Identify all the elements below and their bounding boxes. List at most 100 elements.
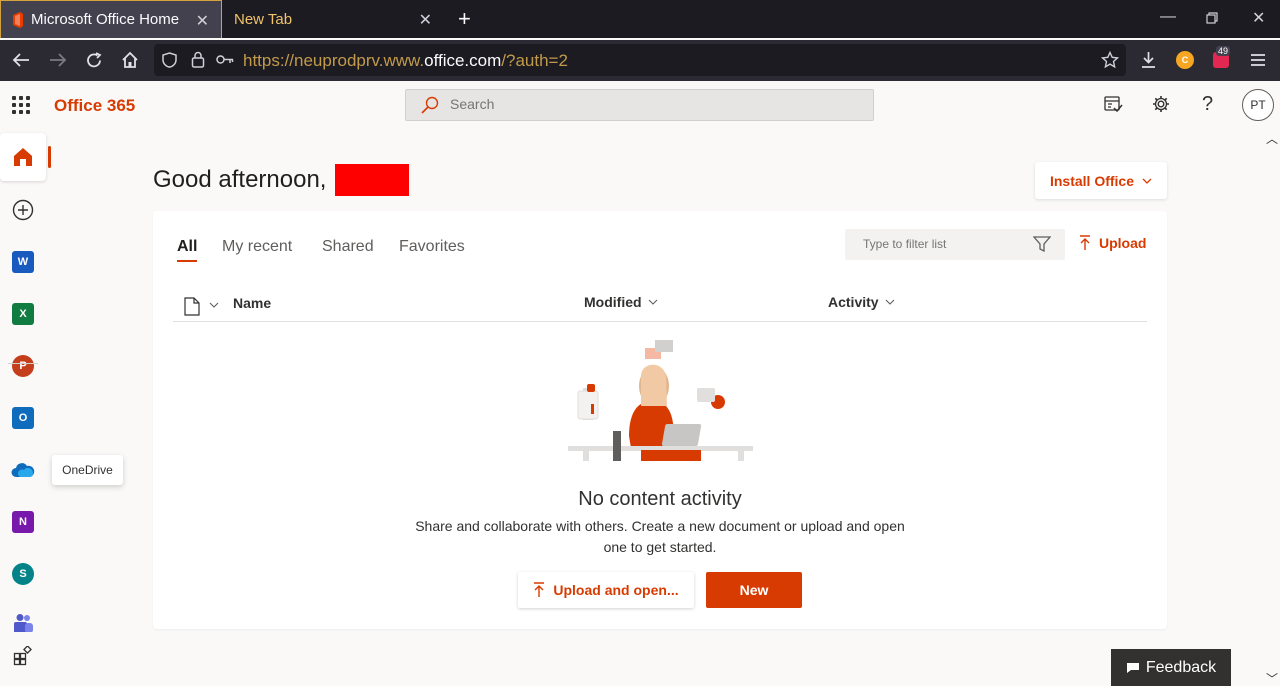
key-icon[interactable] [216, 54, 234, 65]
browser-tab-bar: Microsoft Office Home ✕ New Tab ✕ + — ✕ [0, 0, 1280, 38]
url-domain: office.com [424, 51, 502, 70]
left-app-rail: W X P O N S [0, 129, 48, 686]
onedrive-tooltip: OneDrive [52, 455, 123, 485]
search-input[interactable] [450, 96, 850, 112]
chevron-down-icon[interactable] [209, 302, 219, 308]
minimize-icon[interactable]: — [1160, 8, 1176, 26]
extension-c-icon[interactable]: C [1176, 51, 1194, 69]
url-text[interactable]: https://neuprodprv.www.office.com/?auth=… [243, 51, 568, 71]
avatar[interactable]: PT [1242, 89, 1274, 121]
chevron-down-icon [885, 299, 894, 305]
column-modified-label: Modified [584, 294, 642, 310]
column-modified[interactable]: Modified [584, 294, 658, 310]
downloads-icon[interactable] [1140, 51, 1157, 69]
tab-title: New Tab [234, 10, 293, 28]
filter-input[interactable] [863, 237, 1023, 251]
tab-new-tab[interactable]: New Tab ✕ [222, 0, 444, 38]
powerpoint-icon: P [12, 355, 34, 377]
tab-my-recent[interactable]: My recent [222, 238, 292, 256]
tab-microsoft-office-home[interactable]: Microsoft Office Home ✕ [0, 0, 222, 38]
redacted-username [335, 164, 409, 196]
chevron-down-icon [1142, 178, 1152, 184]
close-window-icon[interactable]: ✕ [1252, 8, 1265, 28]
search-box[interactable] [405, 89, 874, 121]
feedback-chat-icon [1126, 662, 1139, 673]
upload-label: Upload [1099, 235, 1147, 251]
upload-arrow-icon [1080, 235, 1090, 250]
rail-powerpoint[interactable]: P [0, 342, 46, 390]
hamburger-menu-icon[interactable] [1250, 53, 1266, 67]
feedback-label: Feedback [1145, 658, 1217, 676]
restore-icon[interactable] [1206, 12, 1218, 24]
install-office-button[interactable]: Install Office [1035, 162, 1167, 199]
address-bar[interactable]: https://neuprodprv.www.office.com/?auth=… [154, 44, 1126, 76]
rail-word[interactable]: W [0, 238, 46, 286]
new-tab-plus-icon[interactable]: + [458, 6, 471, 32]
scroll-down-arrow-icon[interactable]: ﹀ [1266, 670, 1278, 686]
filter-box[interactable] [845, 229, 1065, 260]
upload-and-open-button[interactable]: Upload and open... [518, 572, 694, 608]
my-day-icon[interactable] [1103, 95, 1123, 115]
rail-all-apps[interactable] [0, 632, 46, 680]
header-divider [173, 321, 1147, 322]
rail-onenote[interactable]: N [0, 498, 46, 546]
close-tab-icon[interactable]: ✕ [419, 10, 432, 30]
url-suffix: /?auth=2 [501, 51, 568, 70]
back-arrow-icon[interactable] [12, 52, 30, 68]
app-launcher-waffle-icon[interactable] [12, 96, 30, 114]
empty-state-description: Share and collaborate with others. Creat… [415, 518, 905, 555]
column-name-label: Name [233, 295, 272, 311]
brand-title[interactable]: Office 365 [54, 96, 135, 116]
rail-excel[interactable]: X [0, 290, 46, 338]
tab-title: Microsoft Office Home [31, 11, 180, 28]
scroll-up-arrow-icon[interactable]: ︿ [1266, 130, 1278, 147]
forward-arrow-icon[interactable] [49, 52, 67, 68]
tab-all[interactable]: All [177, 238, 197, 256]
column-activity-label: Activity [828, 294, 879, 310]
browser-nav-bar: https://neuprodprv.www.office.com/?auth=… [0, 40, 1280, 81]
tab-shared[interactable]: Shared [322, 238, 374, 256]
rail-divider [8, 363, 38, 364]
close-tab-icon[interactable]: ✕ [196, 11, 209, 31]
rail-home[interactable] [0, 133, 46, 181]
new-button[interactable]: New [706, 572, 802, 608]
install-office-label: Install Office [1049, 172, 1135, 189]
rail-teams[interactable] [0, 602, 46, 632]
rail-outlook[interactable]: O [0, 394, 46, 442]
lock-icon[interactable] [191, 51, 205, 68]
greeting-text: Good afternoon, [153, 166, 327, 193]
outlook-icon: O [12, 407, 34, 429]
documents-card: All My recent Shared Favorites Upload Na… [153, 211, 1167, 629]
office-header: Office 365 ? PT [0, 81, 1280, 129]
rail-sharepoint[interactable]: S [0, 550, 46, 598]
teams-icon [14, 614, 33, 632]
feedback-button[interactable]: Feedback [1111, 649, 1231, 686]
upload-and-open-label: Upload and open... [553, 582, 679, 598]
shield-icon[interactable] [162, 52, 177, 68]
column-name[interactable]: Name [233, 295, 271, 311]
filter-funnel-icon[interactable] [1033, 236, 1051, 252]
search-icon [421, 96, 439, 114]
column-activity[interactable]: Activity [828, 294, 895, 310]
home-icon [14, 148, 32, 166]
add-circle-icon [12, 199, 34, 221]
rail-create[interactable] [0, 186, 46, 234]
help-question-icon[interactable]: ? [1202, 93, 1213, 116]
sharepoint-icon: S [12, 563, 34, 585]
upload-button[interactable]: Upload [1079, 235, 1146, 251]
bookmark-star-icon[interactable] [1101, 51, 1119, 69]
extension-badge: 49 [1216, 46, 1231, 56]
settings-gear-icon[interactable] [1152, 95, 1170, 113]
tab-favorites[interactable]: Favorites [399, 238, 465, 256]
empty-state-title: No content activity [578, 488, 742, 510]
onenote-icon: N [12, 511, 34, 533]
home-icon[interactable] [121, 51, 139, 69]
excel-icon: X [12, 303, 34, 325]
word-icon: W [12, 251, 34, 273]
chevron-down-icon [648, 299, 657, 305]
url-prefix: https://neuprodprv.www. [243, 51, 425, 70]
upload-arrow-icon [534, 582, 545, 597]
reload-icon[interactable] [86, 52, 103, 69]
tab-active-underline [177, 260, 197, 262]
rail-onedrive[interactable] [0, 446, 46, 494]
